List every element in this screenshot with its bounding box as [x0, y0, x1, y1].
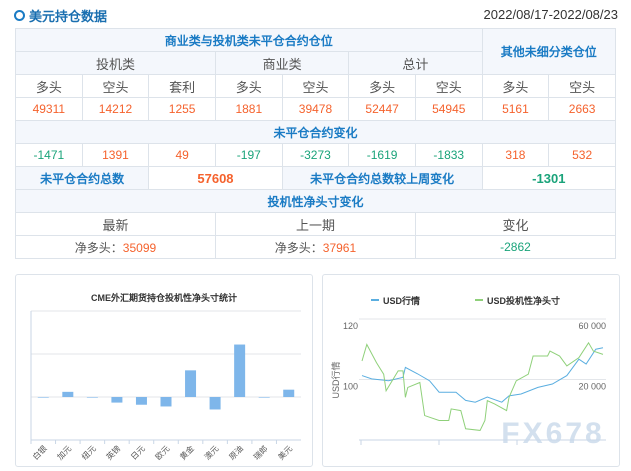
- bar: [258, 397, 270, 398]
- table-cell: 318: [481, 143, 550, 167]
- table-cell: -197: [214, 143, 283, 167]
- change-title: 未平仓合约变化: [15, 120, 616, 144]
- net-prefix: 净多头：: [274, 240, 323, 255]
- bar: [135, 397, 147, 405]
- line-chart-panel: USD行情 USD投机性净头寸 120 100 60 000 20 000 USD行情 FX6…: [322, 274, 620, 467]
- bar-chart: CME外汇期货持仓投机性净头寸统计白银 加元 纽元 英镑 日元 欧元 黄金 澳元 原油 瑞郎 美元: [30, 292, 301, 462]
- table-cell: -1833: [414, 143, 483, 167]
- table-cell: 532: [548, 143, 616, 167]
- watermark: FX678: [501, 417, 604, 450]
- circle-icon: [14, 10, 25, 21]
- x-tick-label: 加元: [55, 443, 73, 461]
- table-cell: 54945: [414, 97, 483, 121]
- total-change-label: 未平仓合约总数较上周变化: [281, 166, 483, 190]
- column-header: 多头: [214, 74, 283, 98]
- table-cell: 1391: [81, 143, 150, 167]
- group-title: 商业类与投机类未平仓合约仓位: [15, 28, 483, 52]
- table-cell: 1881: [214, 97, 283, 121]
- legend-label: USD行情: [383, 295, 420, 306]
- x-tick-label: 美元: [276, 443, 294, 461]
- column-header: 空头: [414, 74, 483, 98]
- table-cell: 14212: [81, 97, 150, 121]
- table-cell: -1471: [15, 143, 83, 167]
- table-cell: 2663: [548, 97, 616, 121]
- line-chart: USD行情 USD投机性净头寸 120 100 60 000 20 000 USD行情 FX6…: [330, 295, 606, 450]
- y-left-tick: 100: [343, 382, 358, 392]
- chart-title: CME外汇期货持仓投机性净头寸统计: [91, 292, 237, 303]
- total-value: 57608: [148, 166, 283, 190]
- table-cell: 49: [148, 143, 216, 167]
- date-range: 2022/08/17-2022/08/23: [483, 7, 618, 22]
- column-header: 空头: [81, 74, 150, 98]
- y-right-tick: 20 000: [578, 382, 606, 392]
- net-header: 最新: [15, 212, 216, 236]
- other-title: 其他未细分类仓位: [481, 28, 617, 75]
- bar: [185, 370, 197, 397]
- net-latest: 净多头：35099: [15, 235, 216, 259]
- legend-label: USD投机性净头寸: [487, 295, 560, 306]
- column-header: 多头: [348, 74, 416, 98]
- column-header: 多头: [15, 74, 83, 98]
- net-previous: 净多头：37961: [214, 235, 416, 259]
- x-tick-label: 白银: [30, 443, 48, 461]
- latest-value: 35099: [122, 240, 157, 255]
- bar: [283, 389, 295, 397]
- total-label: 未平仓合约总数: [14, 166, 150, 190]
- column-header: 空头: [548, 74, 616, 98]
- bar: [62, 391, 74, 397]
- net-header: 上一期: [214, 212, 416, 236]
- title-text: 美元持仓数据: [29, 9, 108, 24]
- column-header: 多头: [481, 74, 550, 98]
- total-change-value: -1301: [481, 166, 617, 190]
- table-cell: 5161: [481, 97, 550, 121]
- x-tick-label: 欧元: [153, 443, 171, 461]
- x-tick-label: 纽元: [79, 443, 97, 461]
- series-line-left: [361, 347, 604, 403]
- bar: [86, 397, 98, 398]
- header: 美元持仓数据 2022/08/17-2022/08/23: [14, 6, 618, 24]
- net-header: 变化: [414, 212, 617, 236]
- column-header: 空头: [281, 74, 350, 98]
- table-cell: 52447: [348, 97, 416, 121]
- bar: [209, 397, 221, 410]
- previous-value: 37961: [322, 240, 357, 255]
- x-tick-label: 英镑: [104, 443, 122, 461]
- table-cell: -1619: [348, 143, 416, 167]
- x-tick-label: 澳元: [202, 443, 220, 461]
- y-right-tick: 60 000: [578, 321, 606, 331]
- table-cell: 39478: [281, 97, 350, 121]
- x-tick-label: 瑞郎: [251, 443, 269, 461]
- bar: [37, 397, 49, 398]
- sub-group: 总计: [348, 51, 483, 75]
- net-change: -2862: [414, 235, 617, 259]
- x-tick-label: 黄金: [178, 443, 196, 461]
- y-left-tick: 120: [343, 321, 358, 331]
- bar: [111, 397, 123, 403]
- section-title: 美元持仓数据: [14, 6, 107, 25]
- x-tick-label: 原油: [227, 443, 245, 461]
- sub-group: 商业类: [214, 51, 350, 75]
- net-prefix: 净多头：: [74, 240, 123, 255]
- bar: [234, 344, 246, 397]
- bar-chart-panel: CME外汇期货持仓投机性净头寸统计白银 加元 纽元 英镑 日元 欧元 黄金 澳元 原油 瑞郎 美元: [15, 274, 313, 467]
- sub-group: 投机类: [15, 51, 216, 75]
- net-title: 投机性净头寸变化: [15, 189, 616, 213]
- table-cell: -3273: [281, 143, 350, 167]
- positions-table: 商业类与投机类未平仓合约仓位 其他未细分类仓位 投机类 商业类 总计 多头 空头 套利 多头…: [14, 28, 617, 259]
- table-cell: 1255: [148, 97, 216, 121]
- table-cell: 49311: [15, 97, 83, 121]
- x-tick-label: 日元: [129, 444, 147, 462]
- y-axis-label: USD行情: [330, 361, 341, 398]
- column-header: 套利: [148, 74, 216, 98]
- bar: [160, 397, 172, 407]
